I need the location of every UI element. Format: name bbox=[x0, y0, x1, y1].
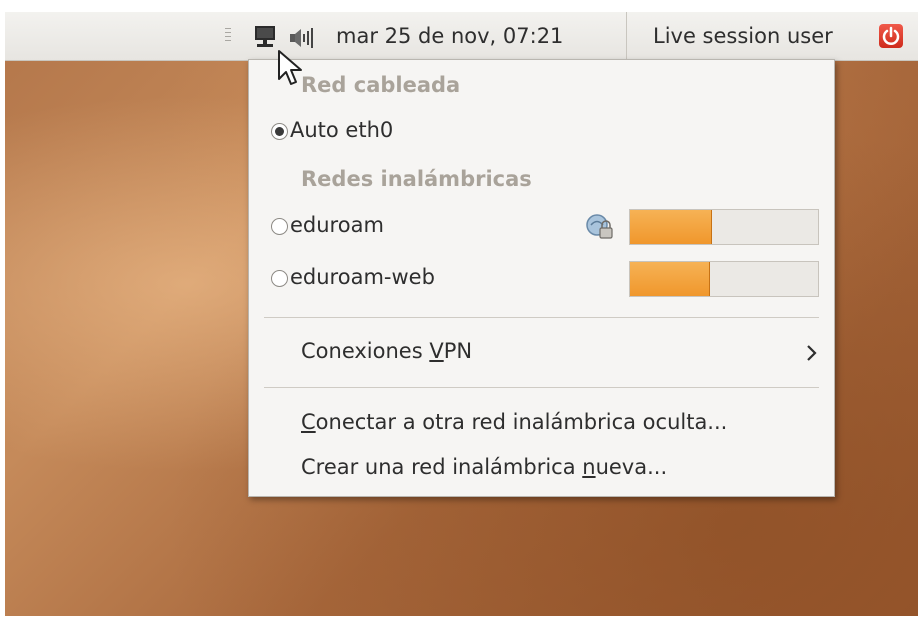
signal-strength-bar bbox=[629, 261, 819, 297]
mouse-pointer-icon bbox=[278, 50, 302, 85]
wireless-header: Redes inalámbricas bbox=[301, 167, 532, 191]
signal-strength-fill bbox=[630, 262, 710, 296]
network-item-label: eduroam-web bbox=[290, 265, 435, 289]
radio-unselected-icon bbox=[271, 270, 288, 287]
network-item-eduroam-web[interactable]: eduroam-web bbox=[249, 259, 834, 299]
vpn-connections-item[interactable]: Conexiones VPN bbox=[249, 333, 834, 373]
create-new-network-label: Crear una red inalámbrica nueva... bbox=[301, 455, 668, 479]
signal-strength-fill bbox=[630, 210, 712, 244]
signal-strength-bar bbox=[629, 209, 819, 245]
chevron-right-icon bbox=[807, 345, 817, 361]
network-menu: Red cableada Auto eth0 Redes inalámbrica… bbox=[248, 59, 835, 497]
panel-separator bbox=[626, 12, 627, 60]
menu-separator bbox=[264, 387, 819, 388]
radio-unselected-icon bbox=[271, 218, 288, 235]
wired-header: Red cableada bbox=[301, 73, 461, 97]
connect-hidden-network-label: Conectar a otra red inalámbrica oculta..… bbox=[301, 410, 728, 434]
network-item-label: Auto eth0 bbox=[290, 118, 394, 142]
panel-handle[interactable] bbox=[225, 28, 231, 44]
radio-selected-icon bbox=[271, 123, 288, 140]
vpn-connections-label: Conexiones VPN bbox=[301, 339, 473, 363]
panel-user-label[interactable]: Live session user bbox=[653, 24, 833, 48]
network-item-label: eduroam bbox=[290, 213, 384, 237]
menu-separator bbox=[264, 317, 819, 318]
network-item-eduroam[interactable]: eduroam bbox=[249, 207, 834, 247]
panel-clock[interactable]: mar 25 de nov, 07:21 bbox=[336, 24, 563, 48]
desktop: mar 25 de nov, 07:21 Live session user R… bbox=[5, 12, 918, 616]
network-wired-icon[interactable] bbox=[253, 25, 277, 49]
secure-network-icon bbox=[586, 214, 613, 239]
network-item-auto-eth0[interactable]: Auto eth0 bbox=[249, 112, 834, 152]
top-panel: mar 25 de nov, 07:21 Live session user bbox=[5, 12, 918, 61]
power-icon[interactable] bbox=[879, 24, 903, 48]
volume-icon[interactable] bbox=[289, 27, 315, 49]
create-new-network-item[interactable]: Crear una red inalámbrica nueva... bbox=[249, 449, 834, 489]
connect-hidden-network-item[interactable]: Conectar a otra red inalámbrica oculta..… bbox=[249, 404, 834, 444]
